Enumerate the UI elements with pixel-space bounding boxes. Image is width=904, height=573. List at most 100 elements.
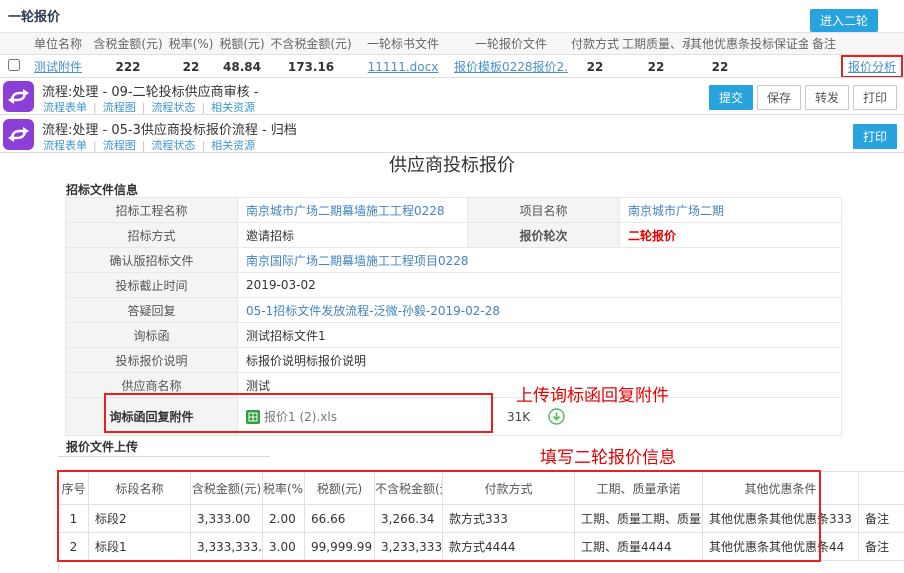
col-unit-name: 单位名称 — [28, 33, 88, 55]
field-value-quote-round: 二轮报价 — [620, 223, 842, 248]
field-value-project[interactable]: 南京城市广场二期幕墙施工工程0228 — [246, 204, 445, 218]
bid-file-link[interactable]: 11111.docx — [368, 60, 439, 74]
quote-table-wrapper: 序号 标段名称 含税金额(元) 税率(%) 税额(元) 不含税金额(元) 付款方… — [58, 471, 904, 572]
cell-payment: 款方式4444 — [443, 533, 575, 561]
first-round-table: 单位名称 含税金额(元) 税率(%) 税额(元) 不含税金额(元) 一轮标书文件… — [0, 32, 904, 79]
quote-file-link[interactable]: 报价模板0228报价2.xls — [454, 60, 568, 74]
section-quote-upload: 报价文件上传 — [66, 438, 138, 455]
link-flow-chart[interactable]: 流程图 — [103, 101, 136, 114]
app-window: 一轮报价 进入二轮 单位名称 含税金额(元) 税率(%) 税额(元) 不含税金额… — [0, 0, 904, 573]
col-seq: 序号 — [59, 472, 89, 505]
table-row: 测试附件 222 22 48.84 173.16 11111.docx 报价模板… — [0, 55, 904, 79]
cell-payment: 款方式333 — [443, 505, 575, 533]
col-amount-tax: 含税金额(元) — [88, 33, 168, 55]
cell-other-terms: 其他优惠条其他优惠条333 — [703, 505, 859, 533]
print-button[interactable]: 打印 — [853, 124, 897, 149]
quote-analysis-link[interactable]: 报价分析 — [848, 60, 896, 74]
col-amount-tax: 含税金额(元) — [191, 472, 263, 505]
forward-button[interactable]: 转发 — [805, 85, 849, 110]
col-bid-file: 一轮标书文件 — [352, 33, 454, 55]
quote-upload-table: 序号 标段名称 含税金额(元) 税率(%) 税额(元) 不含税金额(元) 付款方… — [58, 471, 904, 571]
col-quote-file: 一轮报价文件 — [454, 33, 568, 55]
field-label-supplier-name: 供应商名称 — [66, 373, 238, 398]
cell-remark: 备注 — [859, 533, 904, 561]
cell-rate: 22 — [168, 55, 214, 79]
field-label-item: 项目名称 — [468, 198, 620, 223]
field-value-quote-note: 标报价说明标报价说明 — [238, 348, 842, 373]
col-rate: 税率(%) — [168, 33, 214, 55]
cell-remark — [808, 55, 840, 79]
field-label-inquiry-letter: 询标函 — [66, 323, 238, 348]
field-value-inquiry-letter: 测试招标文件1 — [238, 323, 842, 348]
enter-round2-button[interactable]: 进入二轮 — [810, 9, 878, 32]
col-deposit: 投标保证金证... — [750, 33, 808, 55]
cell-rate: 3.00 — [263, 533, 305, 561]
cell-section-name: 标段1 — [89, 533, 191, 561]
cell-tax: 99,999.99 — [305, 533, 375, 561]
cell-rate: 2.00 — [263, 505, 305, 533]
divider — [58, 456, 270, 457]
col-amount-no-tax: 不含税金额(元) — [270, 33, 352, 55]
link-flow-status[interactable]: 流程状态 — [151, 101, 195, 114]
col-amount-no-tax: 不含税金额(元) — [375, 472, 443, 505]
field-value-item[interactable]: 南京城市广场二期 — [628, 204, 724, 218]
col-quality: 工期质量、承诺 — [622, 33, 690, 55]
workflow-bar-review: 流程:处理 - 09-二轮投标供应商审核 - 流程表单|流程图|流程状态|相关资… — [0, 78, 904, 115]
field-label-qa-reply: 答疑回复 — [66, 298, 238, 323]
cell-tax: 66.66 — [305, 505, 375, 533]
print-button[interactable]: 打印 — [853, 85, 897, 110]
field-value-confirmed-doc[interactable]: 南京国际广场二期幕墙施工工程项目0228 — [246, 254, 469, 268]
first-round-header-row: 单位名称 含税金额(元) 税率(%) 税额(元) 不含税金额(元) 一轮标书文件… — [0, 33, 904, 55]
annotation-upload-reply: 上传询标函回复附件 — [516, 381, 669, 406]
table-row: 2 标段1 3,333,333.00 3.00 99,999.99 3,233,… — [59, 533, 904, 561]
cell-other: 22 — [690, 55, 750, 79]
cell-amount-tax: 3,333.00 — [191, 505, 263, 533]
attachment-cell: 报价1 (2).xls 31K — [246, 408, 833, 425]
field-value-deadline: 2019-03-02 — [238, 273, 842, 298]
form-title: 供应商投标报价 — [0, 151, 904, 177]
quote-header-row: 序号 标段名称 含税金额(元) 税率(%) 税额(元) 不含税金额(元) 付款方… — [59, 472, 904, 505]
col-actions — [840, 33, 904, 55]
field-label-project: 招标工程名称 — [66, 198, 238, 223]
cell-amount-no-tax: 3,233,333.01 — [375, 533, 443, 561]
cell-amount-no-tax: 3,266.34 — [375, 505, 443, 533]
col-other-terms: 其他优惠条件 — [703, 472, 859, 505]
col-tax: 税额(元) — [305, 472, 375, 505]
save-button[interactable]: 保存 — [757, 85, 801, 110]
col-quality-promise: 工期、质量承诺 — [575, 472, 703, 505]
cell-payment: 22 — [568, 55, 622, 79]
workflow-actions: 提交保存转发打印 — [705, 85, 897, 110]
cell-section-name: 标段2 — [89, 505, 191, 533]
col-remark — [859, 472, 904, 505]
select-all-header — [0, 33, 28, 55]
field-value-qa-reply[interactable]: 05-1招标文件发放流程-泛微-孙毅-2019-02-28 — [246, 304, 500, 318]
field-value-bid-method: 邀请招标 — [238, 223, 468, 248]
cell-seq: 2 — [59, 533, 89, 561]
link-flow-form[interactable]: 流程表单 — [43, 101, 87, 114]
unit-name-link[interactable]: 测试附件 — [34, 60, 82, 74]
workflow-links: 流程表单|流程图|流程状态|相关资源 — [43, 99, 255, 115]
cell-tax: 48.84 — [214, 55, 270, 79]
row-checkbox[interactable] — [8, 59, 20, 71]
col-rate: 税率(%) — [263, 472, 305, 505]
submit-button[interactable]: 提交 — [709, 85, 753, 110]
cell-quality: 22 — [622, 55, 690, 79]
cell-amount-no-tax: 173.16 — [270, 55, 352, 79]
link-flow-resources[interactable]: 相关资源 — [211, 101, 255, 114]
cell-other-terms: 其他优惠条其他优惠条44 — [703, 533, 859, 561]
field-label-reply-attachment: 询标函回复附件 — [66, 398, 238, 436]
analysis-highlight-box: 报价分析 — [841, 55, 903, 78]
bid-doc-info-table: 招标工程名称 南京城市广场二期幕墙施工工程0228 项目名称 南京城市广场二期 … — [65, 197, 842, 436]
workflow-title: 流程:处理 - 05-3供应商投标报价流程 - 归档 — [42, 119, 297, 138]
download-icon[interactable] — [548, 408, 565, 425]
annotation-fill-round2: 填写二轮报价信息 — [540, 443, 676, 468]
field-label-deadline: 投标截止时间 — [66, 273, 238, 298]
workflow-icon — [3, 81, 34, 112]
field-label-quote-note: 投标报价说明 — [66, 348, 238, 373]
field-label-quote-round: 报价轮次 — [468, 223, 620, 248]
field-label-confirmed-doc: 确认版招标文件 — [66, 248, 238, 273]
section-bid-doc-info: 招标文件信息 — [66, 181, 138, 198]
col-payment: 付款方式 — [443, 472, 575, 505]
col-section-name: 标段名称 — [89, 472, 191, 505]
attachment-filename[interactable]: 报价1 (2).xls — [264, 408, 337, 425]
